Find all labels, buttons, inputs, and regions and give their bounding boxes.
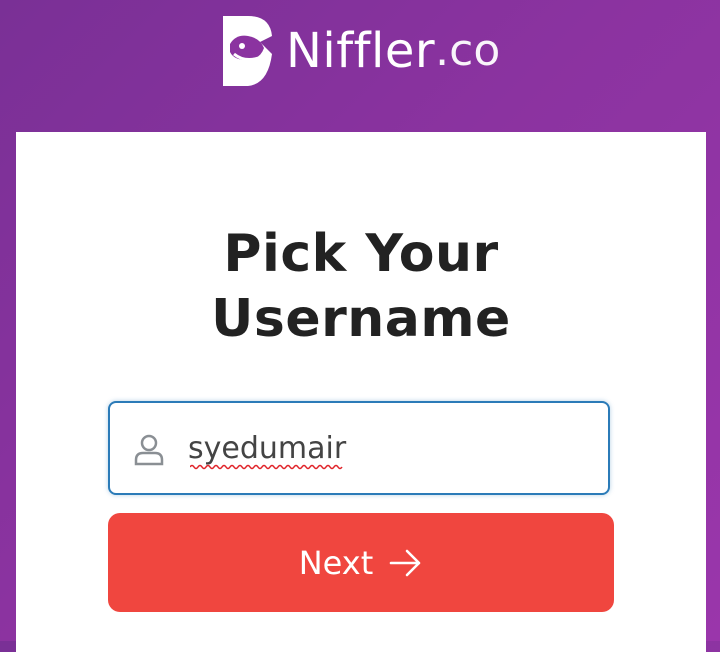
spellcheck-underline [190,464,343,470]
signup-card: Pick Your Username Next [16,132,706,652]
page-title-line-2: Username [211,289,511,349]
next-button-label: Next [298,543,374,582]
page-title: Pick Your Username [16,222,706,352]
user-icon [134,434,164,466]
arrow-right-icon [389,549,421,576]
brand-name: Niffler [286,23,436,79]
niffler-logo-icon [223,16,272,86]
brand-logo[interactable]: Niffler .co [220,14,500,88]
page-title-line-1: Pick Your [223,224,499,284]
username-field[interactable] [108,401,610,495]
next-button[interactable]: Next [108,513,614,612]
brand-tld: .co [435,25,501,76]
header: Niffler .co [0,0,720,132]
